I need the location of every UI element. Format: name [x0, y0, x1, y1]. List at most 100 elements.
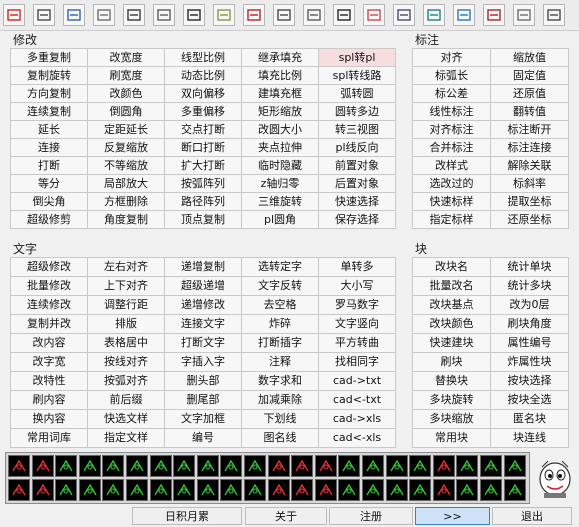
bar-icon[interactable]	[480, 479, 502, 501]
modify-button[interactable]: 定距延长	[88, 121, 165, 139]
text-button[interactable]: 文字竖向	[319, 315, 396, 334]
modify-button[interactable]: 转三视图	[319, 121, 396, 139]
modify-button[interactable]: 临时隐藏	[242, 157, 319, 175]
dimension-button[interactable]: 选改过的	[413, 175, 491, 193]
text-button[interactable]: 选转定字	[242, 258, 319, 277]
modify-button[interactable]: 连接	[11, 139, 88, 157]
block-button[interactable]: 多块缩放	[413, 410, 491, 429]
modify-button[interactable]: 延长	[11, 121, 88, 139]
square-icon[interactable]	[8, 455, 30, 477]
bars-icon[interactable]	[338, 479, 361, 501]
dimension-button[interactable]: 指定标样	[413, 211, 491, 229]
text-button[interactable]: 单转多	[319, 258, 396, 277]
block-button[interactable]: 快速建块	[413, 334, 491, 353]
text-button[interactable]: 上下对齐	[88, 277, 165, 296]
text-button[interactable]: 改字宽	[11, 353, 88, 372]
text-button[interactable]: 换内容	[11, 410, 88, 429]
modify-button[interactable]: 顶点复制	[165, 211, 242, 229]
block-button[interactable]: 改块颜色	[413, 315, 491, 334]
ring2-icon[interactable]	[409, 479, 432, 501]
modify-button[interactable]: 等分	[11, 175, 88, 193]
chevron-icon[interactable]	[362, 455, 384, 477]
modify-button[interactable]: 前置对象	[319, 157, 396, 175]
block-button[interactable]: 常用块	[413, 429, 491, 448]
block-button[interactable]: 替换块	[413, 372, 491, 391]
text-button[interactable]: 加减乘除	[242, 391, 319, 410]
dimension-button[interactable]: 对齐	[413, 49, 491, 67]
footer-button[interactable]: 退出	[492, 507, 572, 525]
bubble-icon[interactable]	[244, 455, 266, 477]
palette-icon[interactable]	[363, 4, 385, 26]
text-button[interactable]: 去空格	[242, 296, 319, 315]
dimension-button[interactable]: 对齐标注	[413, 121, 491, 139]
modify-button[interactable]: z轴归零	[242, 175, 319, 193]
bracket-icon[interactable]	[126, 455, 148, 477]
dimension-button[interactable]: 缩放值	[491, 49, 569, 67]
zigzag-icon[interactable]	[173, 455, 196, 477]
text-button[interactable]: 改内容	[11, 334, 88, 353]
text-button[interactable]: 大小写	[319, 277, 396, 296]
text-button[interactable]: 递增修改	[165, 296, 242, 315]
modify-button[interactable]: 刷宽度	[88, 67, 165, 85]
target-icon[interactable]	[78, 479, 101, 501]
grass-icon[interactable]	[480, 455, 502, 477]
text-button[interactable]: cad->xls	[319, 410, 396, 429]
dot-icon[interactable]	[432, 455, 455, 477]
text-button[interactable]: cad<-txt	[319, 391, 396, 410]
text-button[interactable]: 字插入字	[165, 353, 242, 372]
text-button[interactable]: 打断文字	[165, 334, 242, 353]
text-button[interactable]: 复制并改	[11, 315, 88, 334]
tree-icon[interactable]	[456, 455, 479, 477]
dimension-button[interactable]: 还原值	[491, 85, 569, 103]
text-button[interactable]: cad->txt	[319, 372, 396, 391]
arrow2-icon[interactable]	[173, 479, 196, 501]
modify-button[interactable]: 倒尖角	[11, 193, 88, 211]
text-button[interactable]: 调整行距	[88, 296, 165, 315]
up-arrow-icon[interactable]	[409, 455, 432, 477]
footer-button[interactable]: >>	[415, 507, 490, 525]
block-button[interactable]: 改为0层	[491, 296, 569, 315]
tree2-icon[interactable]	[102, 479, 125, 501]
text-button[interactable]: 常用词库	[11, 429, 88, 448]
window-icon[interactable]	[153, 4, 175, 26]
wave-icon[interactable]	[220, 455, 243, 477]
diamond-icon[interactable]	[291, 479, 314, 501]
footer-button[interactable]: 关于	[245, 507, 327, 525]
sign-icon[interactable]	[503, 479, 526, 501]
block-button[interactable]: 炸属性块	[491, 353, 569, 372]
block-button[interactable]: 统计多块	[491, 277, 569, 296]
dimension-icon[interactable]	[213, 4, 235, 26]
crosshair-icon[interactable]	[31, 455, 54, 477]
text-button[interactable]: 排版	[88, 315, 165, 334]
copy-icon[interactable]	[3, 4, 25, 26]
text-button[interactable]: 指定文样	[88, 429, 165, 448]
mesh-icon[interactable]	[432, 479, 455, 501]
wave2-icon[interactable]	[8, 479, 30, 501]
curve-icon[interactable]	[338, 455, 361, 477]
move-icon[interactable]	[273, 4, 295, 26]
dimension-button[interactable]: 标注连接	[491, 139, 569, 157]
modify-button[interactable]: spl转线路	[319, 67, 396, 85]
arrowhead-icon[interactable]	[267, 455, 290, 477]
modify-button[interactable]: 倒圆角	[88, 103, 165, 121]
modify-button[interactable]: 扩大打断	[165, 157, 242, 175]
leader-icon[interactable]	[149, 455, 172, 477]
text-button[interactable]: 删尾部	[165, 391, 242, 410]
modify-button[interactable]: 复制旋转	[11, 67, 88, 85]
block-button[interactable]: 刷块角度	[491, 315, 569, 334]
modify-button[interactable]: 矩形缩放	[242, 103, 319, 121]
block-button[interactable]: 属性编号	[491, 334, 569, 353]
block-button[interactable]: 改块名	[413, 258, 491, 277]
chart-icon[interactable]	[456, 479, 479, 501]
dimension-button[interactable]: 线性标注	[413, 103, 491, 121]
modify-button[interactable]: 超级修剪	[11, 211, 88, 229]
text-button[interactable]: 文字加框	[165, 410, 242, 429]
modify-button[interactable]: 方向复制	[11, 85, 88, 103]
layout-icon[interactable]	[303, 4, 325, 26]
dimension-button[interactable]: 固定值	[491, 67, 569, 85]
text-button[interactable]: 按弧对齐	[88, 372, 165, 391]
tick-icon[interactable]	[78, 455, 101, 477]
block-button[interactable]: 多块旋转	[413, 391, 491, 410]
text-button[interactable]: 图名线	[242, 429, 319, 448]
dimension-button[interactable]: 提取坐标	[491, 193, 569, 211]
